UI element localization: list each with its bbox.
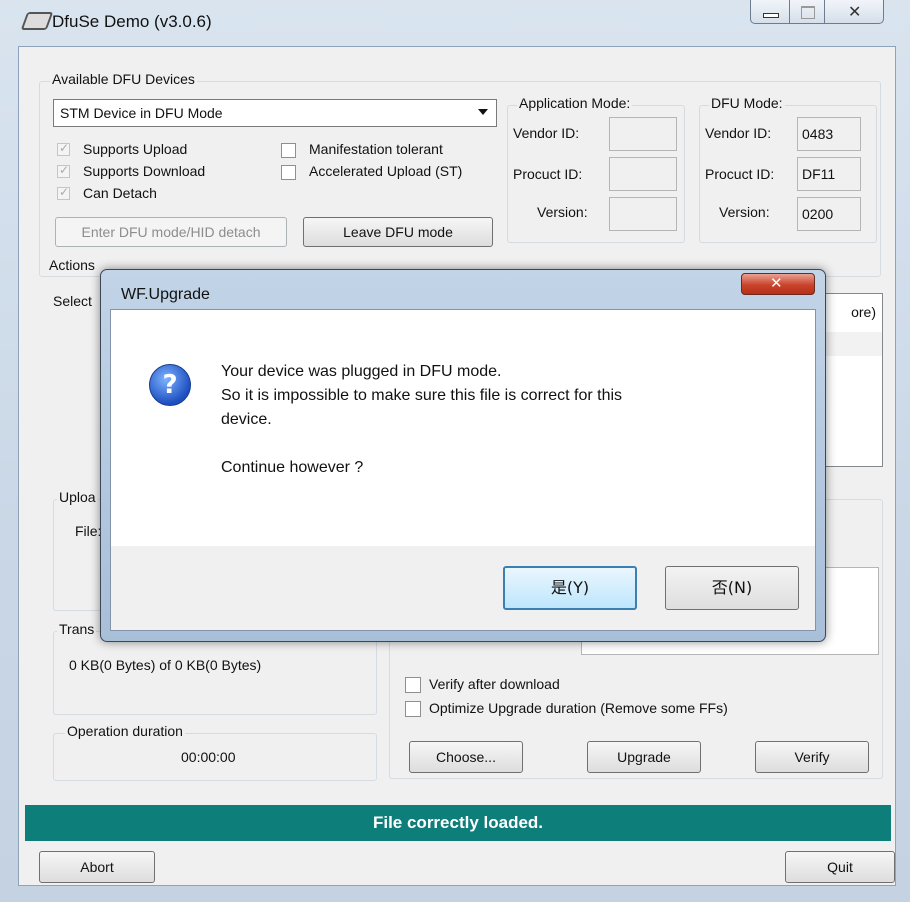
duration-label: Operation duration — [65, 723, 185, 739]
app-version-label: Version: — [537, 204, 588, 220]
file-label: File: — [75, 523, 102, 539]
accelerated-label: Accelerated Upload (ST) — [309, 163, 463, 179]
select-label: Select — [53, 293, 92, 309]
dialog-line-1: Your device was plugged in DFU mode. — [221, 363, 502, 380]
quit-button[interactable]: Quit — [785, 851, 895, 883]
close-icon: ✕ — [848, 2, 862, 21]
supports-upload-label: Supports Upload — [83, 141, 188, 157]
duration-value: 00:00:00 — [181, 749, 236, 765]
dialog-line-3: device. — [221, 411, 272, 428]
upgrade-button[interactable]: Upgrade — [587, 741, 701, 773]
app-product-field — [609, 157, 677, 191]
dialog-body: ? Your device was plugged in DFU mode. S… — [110, 309, 816, 631]
verify-after-checkbox[interactable] — [405, 677, 421, 693]
abort-button[interactable]: Abort — [39, 851, 155, 883]
dfu-vendor-label: Vendor ID: — [705, 125, 772, 141]
title-bar[interactable]: DfuSe Demo (v3.0.6) ✕ — [0, 0, 910, 40]
dfu-vendor-field: 0483 — [797, 117, 861, 151]
minimize-button[interactable] — [750, 0, 790, 24]
dialog-title: WF.Upgrade — [121, 286, 210, 303]
app-vendor-field — [609, 117, 677, 151]
status-bar: File correctly loaded. — [25, 805, 891, 841]
dialog-footer: 是(Y) 否(N) — [111, 546, 815, 630]
dfu-version-label: Version: — [719, 204, 770, 220]
optimize-label: Optimize Upgrade duration (Remove some F… — [429, 700, 728, 716]
actions-label: Actions — [47, 257, 97, 273]
enter-dfu-button[interactable]: Enter DFU mode/HID detach — [55, 217, 287, 247]
app-version-field — [609, 197, 677, 231]
transfer-group — [53, 631, 377, 715]
can-detach-label: Can Detach — [83, 185, 157, 201]
verify-button[interactable]: Verify — [755, 741, 869, 773]
upgrade-dialog: WF.Upgrade ✕ ? Your device was plugged i… — [100, 269, 826, 642]
maximize-button[interactable] — [789, 0, 825, 24]
yes-button[interactable]: 是(Y) — [503, 566, 637, 610]
question-icon: ? — [149, 364, 191, 406]
device-select-value: STM Device in DFU Mode — [60, 105, 223, 121]
dfu-product-label: Procuct ID: — [705, 166, 775, 182]
maximize-icon — [801, 6, 815, 19]
transfer-label: Trans — [57, 621, 97, 637]
dfu-version-field: 0200 — [797, 197, 861, 231]
chevron-down-icon — [478, 109, 488, 115]
target-col-label: ore) — [851, 304, 876, 320]
upload-label: Uploa — [57, 489, 98, 505]
dialog-line-4: Continue however ? — [221, 459, 364, 476]
app-vendor-label: Vendor ID: — [513, 125, 580, 141]
close-icon: ✕ — [770, 274, 783, 292]
choose-button[interactable]: Choose... — [409, 741, 523, 773]
app-mode-label: Application Mode: — [517, 95, 633, 111]
manifestation-checkbox[interactable] — [281, 143, 296, 158]
window-title: DfuSe Demo (v3.0.6) — [52, 12, 212, 31]
optimize-checkbox[interactable] — [405, 701, 421, 717]
supports-upload-checkbox[interactable] — [57, 141, 70, 156]
supports-download-label: Supports Download — [83, 163, 206, 179]
close-button[interactable]: ✕ — [824, 0, 884, 24]
accelerated-checkbox[interactable] — [281, 165, 296, 180]
verify-after-label: Verify after download — [429, 676, 560, 692]
dialog-close-button[interactable]: ✕ — [741, 273, 815, 295]
dfu-devices-label: Available DFU Devices — [50, 71, 197, 87]
app-product-label: Procuct ID: — [513, 166, 583, 182]
device-select[interactable]: STM Device in DFU Mode — [53, 99, 497, 127]
leave-dfu-button[interactable]: Leave DFU mode — [303, 217, 493, 247]
dfu-product-field: DF11 — [797, 157, 861, 191]
dfu-mode-label: DFU Mode: — [709, 95, 785, 111]
no-button[interactable]: 否(N) — [665, 566, 799, 610]
transfer-text: 0 KB(0 Bytes) of 0 KB(0 Bytes) — [69, 657, 262, 673]
manifestation-label: Manifestation tolerant — [309, 141, 443, 157]
can-detach-checkbox[interactable] — [57, 185, 70, 200]
app-icon — [20, 12, 54, 30]
dialog-line-2: So it is impossible to make sure this fi… — [221, 387, 623, 404]
minimize-icon — [763, 13, 779, 18]
supports-download-checkbox[interactable] — [57, 163, 70, 178]
